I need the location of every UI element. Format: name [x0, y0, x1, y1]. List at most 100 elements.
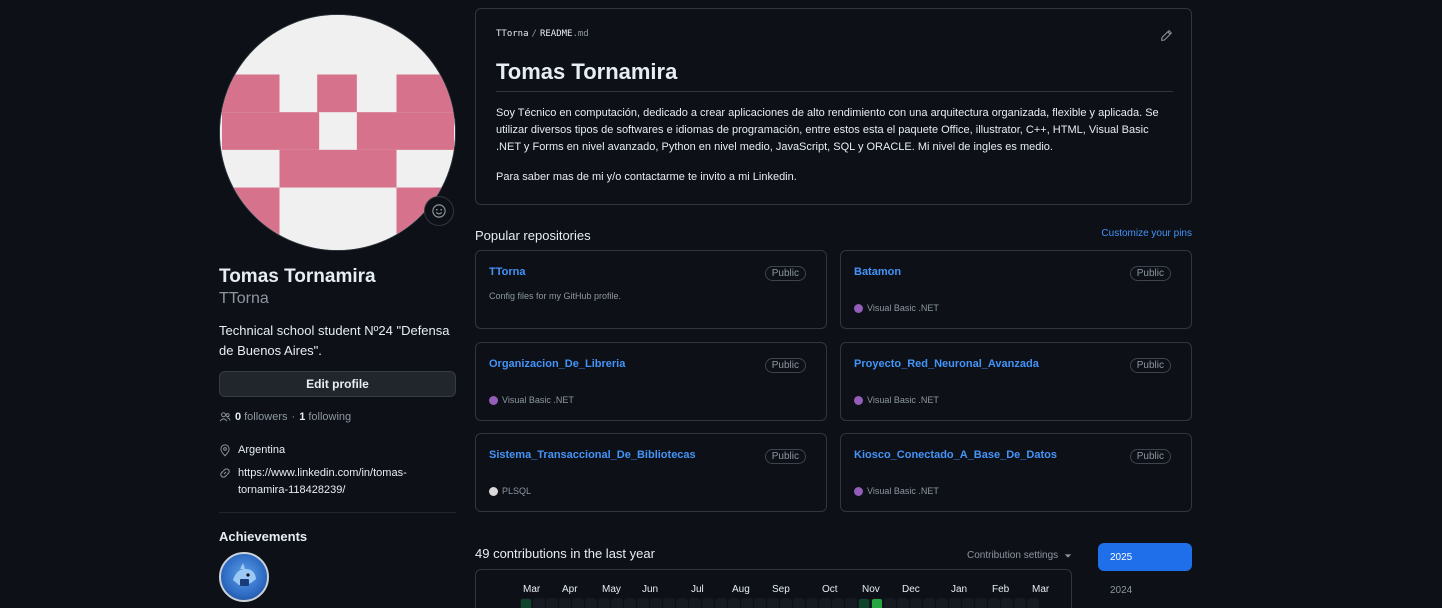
people-icon: [219, 412, 231, 422]
contribution-cell[interactable]: [936, 598, 948, 608]
contribution-cell[interactable]: [702, 598, 714, 608]
contribution-cell[interactable]: [780, 598, 792, 608]
pencil-icon: [1161, 30, 1172, 41]
contribution-cell[interactable]: [663, 598, 675, 608]
contribution-cell[interactable]: [598, 598, 610, 608]
following-label: following: [308, 411, 352, 423]
language-color-dot: [489, 486, 498, 496]
readme-file-ext: .md: [572, 29, 589, 39]
repo-name-link[interactable]: Organizacion_De_Libreria: [489, 358, 625, 370]
readme-paragraph: Para saber mas de mi y/o contactarme te …: [496, 171, 797, 183]
breadcrumb-separator: /: [531, 29, 537, 39]
contribution-cell[interactable]: [988, 598, 1000, 608]
set-status-button[interactable]: [424, 196, 454, 226]
customize-pins-link[interactable]: Customize your pins: [1101, 228, 1192, 239]
visibility-badge: Public: [1129, 266, 1171, 281]
followers-link[interactable]: 0 followers: [235, 411, 288, 423]
follow-stats: 0 followers · 1 following: [219, 411, 351, 423]
month-label: Sep: [772, 584, 790, 595]
contribution-cell[interactable]: [637, 598, 649, 608]
year-button-2025[interactable]: 2025: [1098, 543, 1192, 571]
contribution-cell[interactable]: [819, 598, 831, 608]
contribution-cell[interactable]: [949, 598, 961, 608]
month-label: Oct: [822, 584, 838, 595]
website-link[interactable]: https://www.linkedin.com/in/tomas-tornam…: [238, 465, 456, 499]
contribution-cell[interactable]: [910, 598, 922, 608]
month-label: Mar: [1032, 584, 1050, 595]
contribution-cell[interactable]: [520, 598, 532, 608]
profile-fullname: Tomas Tornamira: [219, 266, 376, 287]
language-color-dot: [854, 486, 863, 496]
contribution-cell[interactable]: [572, 598, 584, 608]
caret-down-icon: [1064, 553, 1072, 558]
month-label: Nov: [862, 584, 880, 595]
contribution-cell[interactable]: [767, 598, 779, 608]
visibility-badge: Public: [764, 266, 806, 281]
location-text: Argentina: [238, 444, 286, 456]
contribution-cell[interactable]: [962, 598, 974, 608]
repo-name-link[interactable]: Batamon: [854, 266, 901, 278]
popular-repos-heading: Popular repositories: [475, 228, 591, 243]
repo-name-link[interactable]: Proyecto_Red_Neuronal_Avanzada: [854, 358, 1039, 370]
contribution-cell[interactable]: [975, 598, 987, 608]
repo-description: Config files for my GitHub profile.: [489, 291, 622, 301]
visibility-badge: Public: [764, 449, 806, 464]
repo-name-link[interactable]: TTorna: [489, 266, 525, 278]
contribution-cell[interactable]: [611, 598, 623, 608]
contribution-cell[interactable]: [897, 598, 909, 608]
visibility-badge: Public: [1129, 449, 1171, 464]
profile-username: TTorna: [219, 290, 269, 307]
achievement-badge[interactable]: [219, 552, 269, 602]
language-name: Visual Basic .NET: [867, 395, 939, 405]
contribution-settings-dropdown[interactable]: Contribution settings: [967, 550, 1072, 561]
month-label: Jul: [691, 584, 704, 595]
contribution-cells-row: [520, 598, 1039, 608]
contribution-cell[interactable]: [585, 598, 597, 608]
contribution-cell[interactable]: [754, 598, 766, 608]
readme-heading: Tomas Tornamira: [496, 59, 678, 84]
visibility-badge: Public: [1129, 358, 1171, 373]
repo-language: Visual Basic .NET: [854, 486, 939, 496]
repo-name-link[interactable]: Kiosco_Conectado_A_Base_De_Datos: [854, 449, 1057, 461]
contribution-cell[interactable]: [871, 598, 883, 608]
month-label: Mar: [523, 584, 541, 595]
contribution-cell[interactable]: [1027, 598, 1039, 608]
edit-profile-button[interactable]: Edit profile: [219, 371, 456, 397]
contribution-cell[interactable]: [884, 598, 896, 608]
repo-name-link[interactable]: Sistema_Transaccional_De_Bibliotecas: [489, 449, 696, 461]
edit-readme-button[interactable]: [1160, 29, 1173, 45]
readme-owner-link[interactable]: TTorna: [496, 29, 529, 39]
contribution-cell[interactable]: [546, 598, 558, 608]
following-link[interactable]: 1 following: [299, 411, 351, 423]
avatar-container: [219, 14, 456, 251]
contribution-cell[interactable]: [689, 598, 701, 608]
year-button-2024[interactable]: 2024: [1098, 576, 1192, 604]
contribution-cell[interactable]: [793, 598, 805, 608]
repo-language: Visual Basic .NET: [854, 395, 939, 405]
month-label: Feb: [992, 584, 1010, 595]
repo-language: Visual Basic .NET: [489, 395, 574, 405]
contribution-cell[interactable]: [1001, 598, 1013, 608]
avatar[interactable]: [219, 14, 456, 251]
contribution-cell[interactable]: [845, 598, 857, 608]
language-name: Visual Basic .NET: [867, 486, 939, 496]
contribution-cell[interactable]: [559, 598, 571, 608]
month-label: Apr: [562, 584, 578, 595]
contribution-cell[interactable]: [923, 598, 935, 608]
contribution-cell[interactable]: [624, 598, 636, 608]
contribution-cell[interactable]: [1014, 598, 1026, 608]
contribution-calendar: Mar Apr May Jun Jul Aug Sep Oct Nov Dec …: [475, 569, 1072, 608]
contribution-cell[interactable]: [741, 598, 753, 608]
contribution-cell[interactable]: [715, 598, 727, 608]
contribution-cell[interactable]: [832, 598, 844, 608]
contribution-cell[interactable]: [676, 598, 688, 608]
contribution-cell[interactable]: [533, 598, 545, 608]
month-label: May: [602, 584, 621, 595]
identicon-avatar: [220, 15, 455, 250]
contribution-cell[interactable]: [806, 598, 818, 608]
contribution-cell[interactable]: [858, 598, 870, 608]
contribution-settings-label: Contribution settings: [967, 550, 1059, 561]
contribution-cell[interactable]: [728, 598, 740, 608]
repo-card: Sistema_Transaccional_De_Bibliotecas Pub…: [475, 433, 827, 512]
contribution-cell[interactable]: [650, 598, 662, 608]
